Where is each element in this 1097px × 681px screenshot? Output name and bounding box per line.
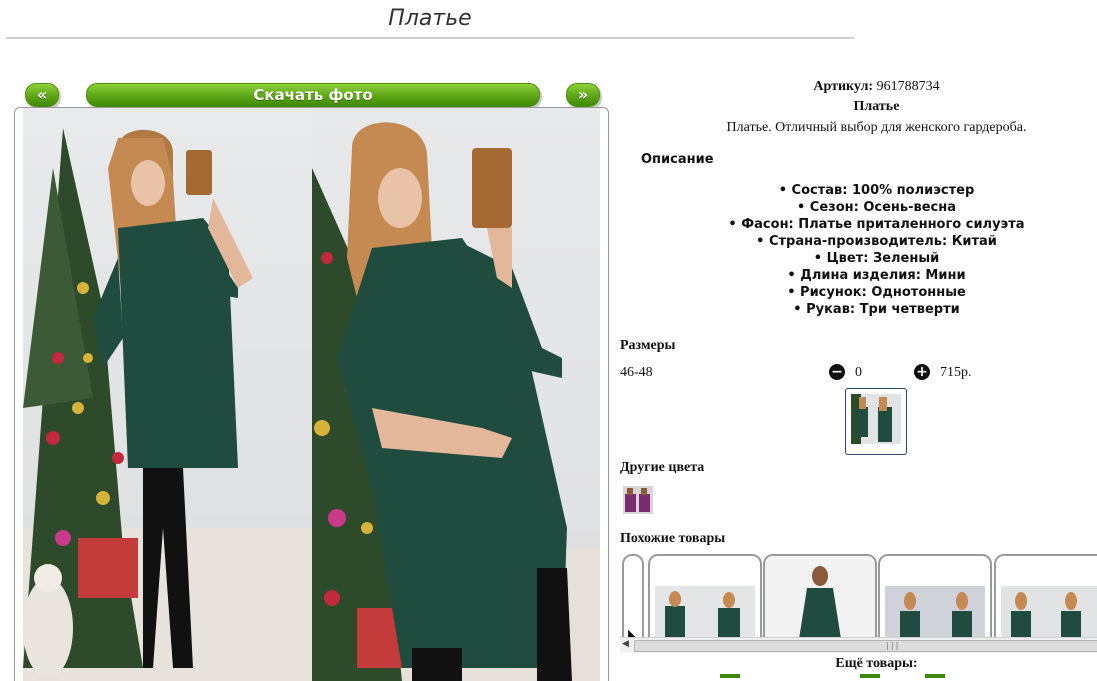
scroll-left-icon[interactable]: ◀: [622, 639, 629, 649]
more-products-heading: Ещё товары:: [835, 656, 918, 671]
feature-item: Сезон: Осень-весна: [620, 199, 1097, 216]
more-products-links: [620, 674, 1097, 680]
page-title: Платье: [388, 6, 472, 31]
feature-item: Рисунок: Однотонные: [620, 284, 1097, 301]
product-tagline: Платье. Отличный выбор для женского гард…: [726, 120, 1027, 135]
title-divider: [6, 37, 854, 39]
feature-item: Рукав: Три четверти: [620, 301, 1097, 318]
main-photo-frame: [14, 107, 609, 681]
photo-illustration-left: [23, 128, 312, 681]
scrollbar-grip-icon: |||: [885, 641, 900, 650]
thumbnail-image: [851, 394, 901, 444]
quantity-value: 0: [855, 365, 862, 380]
feature-item: Состав: 100% полиэстер: [620, 182, 1097, 199]
photo-illustration-right: [312, 122, 600, 681]
download-photo-button[interactable]: Скачать фото: [86, 83, 540, 107]
description-heading: Описание: [641, 152, 714, 167]
product-name: Платье: [853, 99, 900, 114]
more-link[interactable]: [720, 674, 740, 678]
scrollbar-thumb[interactable]: |||: [634, 640, 1097, 652]
similar-products-heading: Похожие товары: [620, 531, 726, 546]
plus-circle-icon[interactable]: +: [914, 364, 930, 380]
color-variant-thumbnail[interactable]: [623, 486, 653, 514]
product-photo-left[interactable]: [23, 108, 312, 681]
next-photo-button[interactable]: »: [566, 83, 600, 107]
size-value: 46-48: [620, 365, 653, 380]
feature-item: Страна-производитель: Китай: [620, 233, 1097, 250]
feature-item: Фасон: Платье приталенного силуэта: [620, 216, 1097, 233]
feature-item: Цвет: Зеленый: [620, 250, 1097, 267]
size-price: 715р.: [940, 365, 972, 380]
article-line: Артикул: 961788734: [620, 79, 1097, 95]
carousel-scrollbar[interactable]: ◀ |||: [620, 637, 1097, 653]
color-variant-image: [623, 486, 653, 514]
more-link[interactable]: [925, 674, 945, 678]
minus-circle-icon[interactable]: −: [829, 364, 845, 380]
sizes-heading: Размеры: [620, 338, 676, 353]
article-number: 961788734: [876, 79, 940, 94]
other-colors-heading: Другие цвета: [620, 460, 705, 475]
article-label: Артикул:: [813, 79, 874, 94]
feature-list: Состав: 100% полиэстер Сезон: Осень-весн…: [620, 182, 1097, 318]
more-link[interactable]: [860, 674, 880, 678]
size-photo-thumbnail[interactable]: [845, 388, 907, 455]
previous-photo-button[interactable]: «: [25, 83, 59, 107]
feature-item: Длина изделия: Мини: [620, 267, 1097, 284]
product-photo-right[interactable]: [312, 108, 600, 681]
